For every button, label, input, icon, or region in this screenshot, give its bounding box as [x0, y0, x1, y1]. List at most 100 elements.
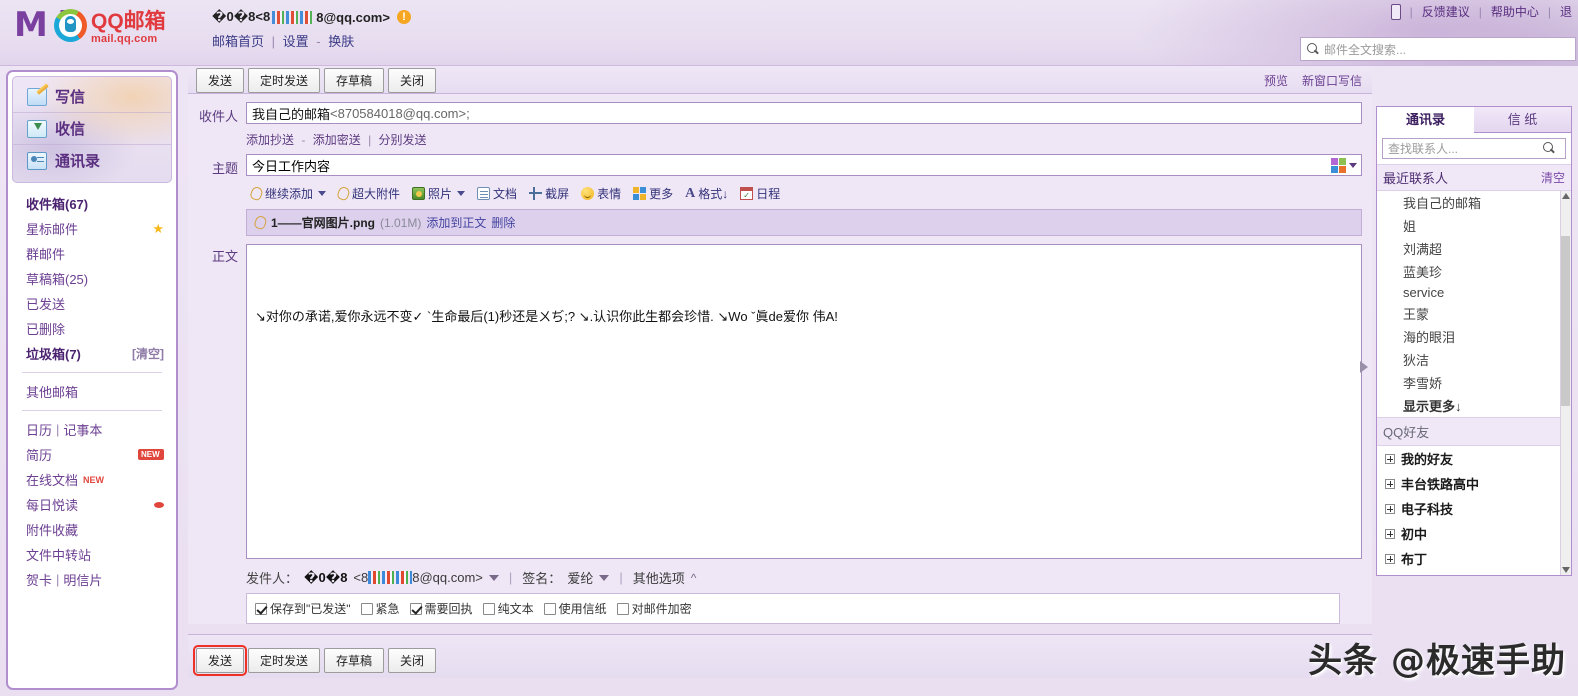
signature-dropdown-icon[interactable] — [599, 574, 610, 581]
sidebar-item-file-transfer[interactable]: 文件中转站 — [14, 542, 170, 567]
preview-link[interactable]: 预览 — [1264, 72, 1288, 89]
checkbox-save-to-sent[interactable] — [255, 602, 267, 615]
send-separately-link[interactable]: 分别发送 — [379, 133, 427, 147]
sidebar-folder-sent[interactable]: 已发送 — [14, 291, 170, 316]
header-link-skin[interactable]: 换肤 — [328, 34, 354, 49]
close-button-top[interactable]: 关闭 — [388, 68, 437, 93]
sidebar-folder-inbox[interactable]: 收件箱(67) — [14, 191, 170, 216]
sidebar-postcard-label[interactable]: 明信片 — [63, 570, 164, 589]
sidebar-folder-drafts[interactable]: 草稿箱(25) — [14, 266, 170, 291]
attach-schedule[interactable]: 日程 — [735, 183, 785, 204]
sidebar-folder-group[interactable]: 群邮件 — [14, 241, 170, 266]
option-plain-text[interactable]: 纯文本 — [482, 600, 534, 617]
list-item[interactable]: 狄洁 — [1377, 348, 1571, 371]
scroll-down-arrow-icon[interactable] — [1562, 567, 1570, 573]
attachment-insert-link[interactable]: 添加到正文 — [426, 214, 486, 231]
sidebar-item-contacts[interactable]: 通讯录 — [13, 144, 171, 176]
help-center-link[interactable]: 帮助中心 — [1491, 3, 1539, 20]
add-cc-link[interactable]: 添加抄送 — [246, 133, 294, 147]
contacts-scrollbar[interactable] — [1560, 191, 1571, 575]
chevron-up-icon[interactable]: ^ — [691, 571, 697, 585]
checkbox-encrypt[interactable] — [616, 602, 629, 615]
sidebar-folder-spam-clear[interactable]: [清空] — [132, 345, 164, 362]
sender-dropdown-icon[interactable] — [488, 574, 499, 581]
expand-plus-icon[interactable] — [1385, 503, 1395, 514]
chevron-down-icon[interactable] — [1349, 163, 1357, 168]
group-fengtai-railway-high[interactable]: 丰台铁路高中 — [1377, 471, 1571, 496]
list-item[interactable]: 李雪娇 — [1377, 371, 1571, 394]
subject-input[interactable]: 今日工作内容 — [246, 154, 1362, 176]
save-draft-button-top[interactable]: 存草稿 — [324, 68, 385, 93]
qq-mail-logo[interactable]: M il QQ邮箱 mail.qq.com — [14, 8, 166, 45]
warning-icon[interactable]: ! — [396, 10, 411, 24]
attach-more[interactable]: 更多 — [628, 183, 678, 204]
attach-photo[interactable]: 照片 — [407, 183, 470, 204]
expand-plus-icon[interactable] — [1385, 453, 1395, 464]
option-urgent[interactable]: 紧急 — [360, 600, 400, 617]
scroll-up-arrow-icon[interactable] — [1562, 193, 1570, 199]
sidebar-item-calendar[interactable]: 日历 | 记事本 — [14, 417, 170, 442]
group-electronics-tech[interactable]: 电子科技 — [1377, 496, 1571, 521]
sidebar-folder-starred[interactable]: 星标邮件 ★ — [14, 216, 170, 241]
attach-document[interactable]: 文档 — [472, 183, 522, 204]
expand-plus-icon[interactable] — [1385, 478, 1395, 489]
checkbox-urgent[interactable] — [360, 602, 373, 615]
list-item[interactable]: 我自己的邮箱 — [1377, 191, 1571, 214]
attach-large-file[interactable]: 超大附件 — [333, 183, 405, 204]
save-draft-button-bottom[interactable]: 存草稿 — [324, 648, 385, 673]
sidebar-item-cards[interactable]: 贺卡 | 明信片 — [14, 567, 170, 592]
recent-contacts-clear-link[interactable]: 清空 — [1541, 169, 1565, 186]
list-item[interactable]: 王蒙 — [1377, 302, 1571, 325]
group-friends[interactable]: 朋友 — [1377, 571, 1571, 575]
sidebar-folder-spam[interactable]: 垃圾箱(7) [清空] — [14, 341, 170, 366]
attach-format[interactable]: A 格式↓ — [680, 183, 733, 204]
sidebar-item-inbox[interactable]: 收信 — [13, 112, 171, 144]
add-bcc-link[interactable]: 添加密送 — [313, 133, 361, 147]
sidebar-item-resume[interactable]: 简历 NEW — [14, 442, 170, 467]
attach-emoji[interactable]: 表情 — [576, 183, 626, 204]
sidebar-notebook-label[interactable]: 记事本 — [63, 420, 164, 439]
option-encrypt[interactable]: 对邮件加密 — [616, 600, 692, 617]
other-options-label[interactable]: 其他选项 — [633, 568, 685, 587]
color-grid-icon[interactable] — [1331, 158, 1357, 173]
scrollbar-thumb[interactable] — [1561, 236, 1570, 406]
attachment-delete-link[interactable]: 删除 — [491, 214, 515, 231]
send-button-bottom[interactable]: 发送 — [192, 645, 248, 676]
expand-plus-icon[interactable] — [1385, 553, 1395, 564]
tab-stationery[interactable]: 信 纸 — [1474, 107, 1571, 133]
group-middle-school[interactable]: 初中 — [1377, 521, 1571, 546]
logout-link[interactable]: 退 — [1560, 3, 1572, 20]
option-save-to-sent[interactable]: 保存到"已发送" — [255, 600, 351, 617]
sidebar-item-other-mailbox[interactable]: 其他邮箱 — [14, 379, 170, 404]
sidebar-item-online-doc[interactable]: 在线文档 NEW — [14, 467, 170, 492]
attach-continue-add[interactable]: 继续添加 — [246, 183, 331, 204]
group-my-friends[interactable]: 我的好友 — [1377, 446, 1571, 471]
list-item[interactable]: 刘满超 — [1377, 237, 1571, 260]
option-read-receipt[interactable]: 需要回执 — [409, 600, 473, 617]
new-window-compose-link[interactable]: 新窗口写信 — [1302, 72, 1362, 89]
list-item[interactable]: 蓝美珍 — [1377, 260, 1571, 283]
search-input[interactable]: 邮件全文搜索... — [1300, 37, 1576, 61]
recipient-input[interactable]: 我自己的邮箱 <870584018@qq.com>; — [246, 102, 1362, 124]
phone-icon[interactable] — [1390, 3, 1401, 20]
feedback-link[interactable]: 反馈建议 — [1422, 3, 1470, 20]
sidebar-item-attach-fav[interactable]: 附件收藏 — [14, 517, 170, 542]
show-more-contacts-link[interactable]: 显示更多↓ — [1377, 394, 1571, 417]
sidebar-folder-deleted[interactable]: 已删除 — [14, 316, 170, 341]
schedule-send-button-top[interactable]: 定时发送 — [248, 68, 321, 93]
chevron-down-icon[interactable] — [318, 191, 327, 196]
send-button-top[interactable]: 发送 — [196, 68, 245, 93]
chevron-down-icon[interactable] — [457, 191, 466, 196]
sidebar-item-compose[interactable]: 写信 — [13, 81, 171, 112]
option-stationery[interactable]: 使用信纸 — [543, 600, 607, 617]
contacts-search-input[interactable]: 查找联系人... — [1382, 138, 1566, 159]
header-link-settings[interactable]: 设置 — [283, 34, 309, 49]
panel-collapse-arrow-icon[interactable] — [1360, 361, 1368, 373]
body-editor[interactable]: ↘对你の承诺,爱你永远不变✓ `生命最后(1)秒还是ㄨぢ;? ↘.认识你此生都会… — [246, 244, 1362, 559]
checkbox-plain-text[interactable] — [482, 602, 495, 615]
tab-contacts[interactable]: 通讯录 — [1377, 107, 1474, 133]
group-buding[interactable]: 布丁 — [1377, 546, 1571, 571]
checkbox-stationery[interactable] — [543, 602, 556, 615]
sidebar-item-daily-read[interactable]: 每日悦读 — [14, 492, 170, 517]
list-item[interactable]: 海的眼泪 — [1377, 325, 1571, 348]
